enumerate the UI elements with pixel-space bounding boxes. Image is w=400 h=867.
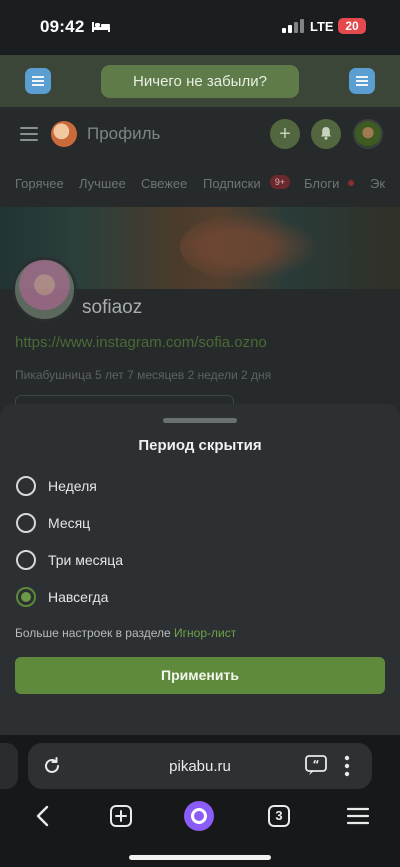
cellular-signal-icon bbox=[282, 19, 304, 33]
new-tab-icon[interactable] bbox=[108, 803, 134, 829]
option-label: Три месяца bbox=[48, 552, 124, 568]
alice-assistant-icon[interactable] bbox=[184, 801, 214, 831]
ignore-list-link[interactable]: Игнор-лист bbox=[174, 626, 236, 640]
subscriptions-badge: 9+ bbox=[270, 175, 290, 189]
tab-subscriptions[interactable]: Подписки bbox=[203, 176, 261, 191]
radio-selected-icon[interactable] bbox=[16, 587, 36, 607]
sheet-grabber[interactable] bbox=[163, 418, 237, 423]
page-title: Профиль bbox=[87, 124, 161, 143]
radio-icon[interactable] bbox=[16, 513, 36, 533]
reminder-button[interactable]: Ничего не забыли? bbox=[101, 65, 299, 98]
option-label: Месяц bbox=[48, 515, 91, 531]
network-type: LTE bbox=[310, 19, 334, 34]
hide-period-sheet: Период скрытия Неделя Месяц Три месяца Н… bbox=[0, 404, 400, 735]
profile-external-link[interactable]: https://www.instagram.com/sofia.ozno bbox=[15, 334, 267, 351]
tab-hot[interactable]: Горячее bbox=[15, 176, 64, 191]
option-week[interactable]: Неделя bbox=[16, 473, 316, 499]
bell-icon bbox=[321, 127, 331, 140]
status-time: 09:42 bbox=[40, 17, 85, 36]
notifications-button[interactable] bbox=[311, 119, 341, 149]
radio-icon[interactable] bbox=[16, 550, 36, 570]
back-icon[interactable] bbox=[30, 803, 56, 829]
menu-icon[interactable] bbox=[345, 803, 371, 829]
sheet-title: Период скрытия bbox=[138, 437, 262, 454]
top-banner: Ничего не забыли? bbox=[0, 55, 400, 107]
profile-avatar[interactable] bbox=[12, 257, 77, 322]
menu-icon[interactable] bbox=[20, 127, 38, 141]
previous-tab-preview[interactable] bbox=[0, 743, 18, 789]
tab-fresh[interactable]: Свежее bbox=[141, 176, 187, 191]
home-indicator[interactable] bbox=[129, 855, 271, 860]
message-icon[interactable] bbox=[349, 68, 375, 94]
option-three-months[interactable]: Три месяца bbox=[16, 547, 316, 573]
tabs-counter[interactable]: 3 bbox=[266, 803, 292, 829]
tab-blogs[interactable]: Блоги bbox=[304, 176, 339, 191]
status-bar: 09:42 LTE 20 bbox=[0, 0, 400, 55]
battery-indicator: 20 bbox=[338, 18, 366, 34]
reader-quote-icon[interactable]: “ bbox=[305, 755, 327, 776]
add-post-button[interactable]: + bbox=[270, 119, 300, 149]
option-forever[interactable]: Навсегда bbox=[16, 584, 316, 610]
browser-toolbar: pikabu.ru “ 3 bbox=[0, 735, 400, 867]
sleep-focus-icon bbox=[92, 22, 110, 32]
tabs-count: 3 bbox=[275, 808, 283, 823]
option-month[interactable]: Месяц bbox=[16, 510, 316, 536]
option-label: Навсегда bbox=[48, 589, 109, 605]
radio-icon[interactable] bbox=[16, 476, 36, 496]
message-icon[interactable] bbox=[25, 68, 51, 94]
more-settings-text: Больше настроек в разделе Игнор-лист bbox=[15, 626, 236, 640]
profile-username: sofiaoz bbox=[82, 297, 143, 318]
option-label: Неделя bbox=[48, 478, 97, 494]
blogs-unread-dot bbox=[348, 180, 354, 186]
address-bar[interactable]: pikabu.ru “ bbox=[28, 743, 372, 789]
feed-tabs: Горячее Лучшее Свежее Подписки Блоги Эк bbox=[0, 162, 400, 206]
tab-best[interactable]: Лучшее bbox=[79, 176, 126, 191]
apply-button[interactable]: Применить bbox=[15, 657, 385, 694]
user-avatar[interactable] bbox=[353, 119, 383, 149]
svg-text:“: “ bbox=[312, 758, 319, 771]
app-header: Профиль + bbox=[0, 107, 400, 162]
pikabu-logo[interactable] bbox=[51, 121, 77, 147]
more-settings-prefix: Больше настроек в разделе bbox=[15, 626, 175, 640]
profile-membership: Пикабушница 5 лет 7 месяцев 2 недели 2 д… bbox=[15, 368, 272, 382]
more-options-icon[interactable] bbox=[344, 755, 350, 777]
tab-more[interactable]: Эк bbox=[370, 176, 385, 191]
